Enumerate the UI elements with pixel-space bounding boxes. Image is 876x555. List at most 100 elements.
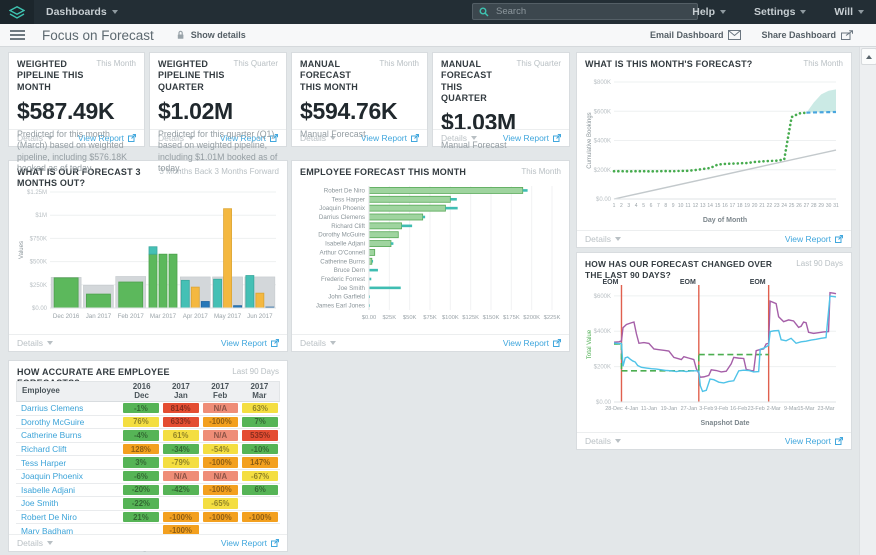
table-row: Joaquin Phoenix -6% N/A N/A -67% <box>16 470 280 484</box>
details-toggle[interactable]: Details <box>585 436 621 446</box>
svg-text:11: 11 <box>685 203 690 209</box>
accuracy-cell: N/A <box>202 403 239 414</box>
search-box[interactable] <box>472 3 698 20</box>
employee-link[interactable]: Joaquin Phoenix <box>16 471 121 481</box>
svg-text:Cumulative Bookings: Cumulative Bookings <box>587 112 593 168</box>
employee-link[interactable]: Joe Smith <box>16 498 121 508</box>
scroll-up-button[interactable] <box>861 48 876 65</box>
details-toggle[interactable]: Details <box>17 538 53 548</box>
svg-text:3: 3 <box>627 203 630 209</box>
kpi-description: Predicted for this quarter (Q1) based on… <box>158 128 278 174</box>
svg-text:4-Jan: 4-Jan <box>625 406 639 412</box>
accuracy-cell: -22% <box>123 498 159 509</box>
details-toggle[interactable]: Details <box>17 338 53 348</box>
view-report-link[interactable]: View Report <box>785 234 843 244</box>
table-row: Joe Smith -22% -65% <box>16 497 280 511</box>
employee-link[interactable]: Isabelle Adjani <box>16 485 121 495</box>
chevron-down-icon <box>800 10 807 14</box>
table-row: Dorothy McGuire 76% 633% -100% 7% <box>16 416 280 430</box>
svg-text:29: 29 <box>818 203 824 209</box>
svg-text:20: 20 <box>752 203 758 209</box>
chevron-down-icon <box>46 541 53 545</box>
accuracy-cell: -100% <box>202 484 239 496</box>
svg-text:$500K: $500K <box>30 260 47 266</box>
svg-text:16-Feb: 16-Feb <box>730 406 747 412</box>
svg-text:Dorothy McGuire: Dorothy McGuire <box>318 232 365 239</box>
view-report-link[interactable]: View Report <box>785 436 843 446</box>
svg-text:9: 9 <box>672 203 675 209</box>
kpi-value: $594.76K <box>300 97 398 124</box>
hamburger-menu-icon[interactable] <box>10 30 25 40</box>
view-report-link[interactable]: View Report <box>221 338 279 348</box>
dashboards-menu[interactable]: Dashboards <box>46 0 118 24</box>
kpi-card-manual-month: MANUAL FORECAST THIS MONTH This Month $59… <box>291 52 428 147</box>
kpi-period: This Quarter <box>233 59 278 68</box>
external-link-icon <box>835 235 843 243</box>
share-icon <box>841 30 853 40</box>
table-row: Catherine Burns -4% 61% N/A 535% <box>16 429 280 443</box>
kpi-card-weighted-quarter: WEIGHTED PIPELINE THIS QUARTER This Quart… <box>149 52 287 173</box>
svg-text:22: 22 <box>767 203 773 209</box>
accuracy-cell: 61% <box>162 430 199 441</box>
svg-text:$750K: $750K <box>30 236 47 242</box>
accuracy-cell: -20% <box>123 484 159 496</box>
accuracy-cell: -54% <box>202 443 239 455</box>
table-row: Tess Harper 3% -79% -100% 147% <box>16 456 280 470</box>
svg-text:18: 18 <box>737 203 743 209</box>
chevron-down-icon <box>720 10 726 14</box>
accuracy-cell: 814% <box>162 403 199 414</box>
card-month-forecast: WHAT IS THIS MONTH'S FORECAST? This Month… <box>576 52 852 248</box>
view-report-link[interactable]: View Report <box>503 338 561 348</box>
svg-text:12: 12 <box>693 203 699 209</box>
employee-link[interactable]: Catherine Burns <box>16 430 121 440</box>
svg-text:$225K: $225K <box>544 315 561 321</box>
svg-text:2: 2 <box>620 203 623 209</box>
email-icon <box>728 30 742 40</box>
search-input[interactable] <box>494 5 697 18</box>
svg-text:Dec 2016: Dec 2016 <box>53 313 80 320</box>
accuracy-cell: 76% <box>123 416 159 428</box>
column-header: Employee <box>22 386 60 396</box>
user-menu[interactable]: Will <box>834 6 864 18</box>
forecast-changed-chart: $0.00$200K$400K$600K28-Dec 4-Jan 11-Jan 19-… <box>587 279 837 427</box>
show-details-button[interactable]: Show details <box>191 30 246 40</box>
svg-text:26: 26 <box>796 203 802 209</box>
employee-link[interactable]: Tess Harper <box>16 458 121 468</box>
brand-logo[interactable] <box>0 0 34 24</box>
vertical-scrollbar[interactable] <box>859 47 876 555</box>
column-header: 2017 Feb <box>211 381 230 400</box>
svg-text:James Earl Jones: James Earl Jones <box>316 303 365 310</box>
accuracy-cell: -1% <box>123 403 159 414</box>
svg-text:5: 5 <box>642 203 645 209</box>
svg-text:21: 21 <box>759 203 765 209</box>
employee-link[interactable]: Darrius Clemens <box>16 403 121 413</box>
arrow-up-icon <box>866 54 872 59</box>
svg-text:$1.25M: $1.25M <box>27 190 47 196</box>
svg-text:John Garfield: John Garfield <box>328 294 365 301</box>
employee-link[interactable]: Dorothy McGuire <box>16 417 121 427</box>
settings-menu[interactable]: Settings <box>754 6 807 18</box>
view-report-link[interactable]: View Report <box>221 538 279 548</box>
svg-text:$200K: $200K <box>594 168 611 174</box>
share-dashboard-button[interactable]: Share Dashboard <box>761 30 854 40</box>
accuracy-table: Employee 2016 Dec 2017 Jan 2017 Feb 2017 Mar… <box>16 381 280 552</box>
svg-text:31: 31 <box>833 203 839 209</box>
email-dashboard-button[interactable]: Email Dashboard <box>650 30 742 40</box>
svg-text:Mar 2017: Mar 2017 <box>150 313 177 320</box>
column-header: 2017 Mar <box>250 381 269 400</box>
chevron-down-icon <box>614 237 621 241</box>
details-toggle[interactable]: Details <box>300 338 336 348</box>
accuracy-cell: 7% <box>242 416 278 428</box>
kpi-description: Predicted for this month (March) based o… <box>17 128 128 174</box>
employee-link[interactable]: Richard Clift <box>16 444 121 454</box>
details-toggle[interactable]: Details <box>585 234 621 244</box>
help-menu[interactable]: Help <box>692 6 726 18</box>
svg-text:11-Jan: 11-Jan <box>641 406 657 412</box>
top-navbar: Dashboards Help Settings Will <box>0 0 876 24</box>
card-title: EMPLOYEE FORECAST THIS MONTH <box>300 167 467 177</box>
employee-link[interactable]: Robert De Niro <box>16 512 121 522</box>
table-header-row: Employee 2016 Dec 2017 Jan 2017 Feb 2017 Mar <box>16 381 280 402</box>
svg-text:9-Mar: 9-Mar <box>784 406 798 412</box>
month-forecast-chart: $0.00$200K$400K$600K$800K1 2 3 4 5 6 7 8 9 10 11 12… <box>587 80 839 224</box>
kpi-description: Manual Forecast <box>300 128 366 139</box>
